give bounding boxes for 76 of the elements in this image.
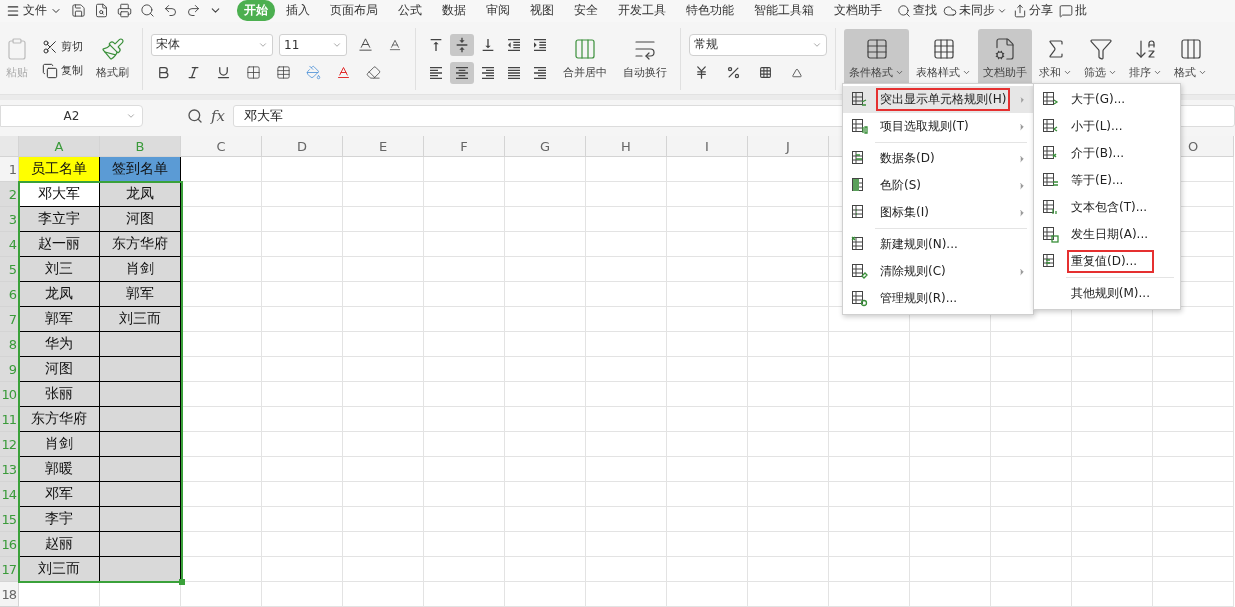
column-header[interactable]: C — [181, 136, 262, 157]
cut-button[interactable]: 剪切 — [40, 37, 85, 56]
menu-item[interactable]: 清除规则(C) — [843, 258, 1033, 285]
table-cell: 东方华府 — [100, 232, 181, 257]
table-cell: 赵丽 — [19, 532, 100, 557]
row-header[interactable]: 1 — [0, 157, 19, 182]
menu-item[interactable]: 其他规则(M)... — [1034, 280, 1180, 307]
table-cell: 邓军 — [19, 482, 100, 507]
column-header[interactable]: D — [262, 136, 343, 157]
table-cell: 李宇 — [19, 507, 100, 532]
table-cell: 河图 — [19, 357, 100, 382]
table-cell: 郭暖 — [19, 457, 100, 482]
ribbon-tool-button[interactable]: 筛选 — [1079, 28, 1122, 89]
menu-item[interactable]: 数据条(D) — [843, 145, 1033, 172]
table-cell: 刘三 — [19, 257, 100, 282]
ribbon-tab[interactable]: 公式 — [391, 0, 429, 22]
ribbon-tab[interactable]: 视图 — [523, 0, 561, 22]
ribbon-tool-button[interactable]: 求和 — [1034, 28, 1077, 89]
number-format-field[interactable]: 常规 — [689, 33, 827, 56]
ribbon-tab[interactable]: 安全 — [567, 0, 605, 22]
menu-item[interactable]: 发生日期(A)... — [1034, 221, 1180, 248]
top-action[interactable]: 批 — [1057, 2, 1089, 20]
table-cell: 肖剑 — [19, 432, 100, 457]
menu-item[interactable]: 等于(E)... — [1034, 167, 1180, 194]
ribbon-tab[interactable]: 数据 — [435, 0, 473, 22]
ribbon-tab[interactable]: 智能工具箱 — [747, 0, 821, 22]
ribbon-tab[interactable]: 文档助手 — [827, 0, 889, 22]
top-action[interactable]: 未同步 — [941, 2, 1009, 20]
ribbon-tab[interactable]: 插入 — [279, 0, 317, 22]
table-cell: 张丽 — [19, 382, 100, 407]
ribbon-tab[interactable]: 页面布局 — [323, 0, 385, 22]
table-cell: 赵一丽 — [19, 232, 100, 257]
table-cell: 华为 — [19, 332, 100, 357]
ribbon-tab[interactable]: 开发工具 — [611, 0, 673, 22]
menu-item[interactable]: 突出显示单元格规则(H) — [843, 86, 1033, 113]
font-name-field[interactable]: 宋体 — [151, 33, 273, 56]
menu-item[interactable]: 新建规则(N)... — [843, 231, 1033, 258]
menu-item[interactable]: 图标集(I) — [843, 199, 1033, 226]
fx-label[interactable]: fx — [211, 106, 225, 125]
row-header[interactable]: 18 — [0, 582, 19, 607]
table-cell: 东方华府 — [19, 407, 100, 432]
menu-item[interactable]: 文本包含(T)... — [1034, 194, 1180, 221]
menu-item[interactable]: 管理规则(R)... — [843, 285, 1033, 312]
table-cell: 签到名单 — [100, 157, 181, 182]
table-cell: 龙凤 — [100, 182, 181, 207]
format-painter-button[interactable]: 格式刷 — [91, 28, 134, 89]
menu-item[interactable]: 色阶(S) — [843, 172, 1033, 199]
column-header[interactable]: H — [586, 136, 667, 157]
wrap-text-button[interactable]: 自动换行 — [618, 28, 672, 89]
ribbon-tool-button[interactable]: 格式 — [1169, 28, 1212, 89]
top-action[interactable]: 分享 — [1011, 2, 1055, 20]
column-header[interactable]: J — [748, 136, 829, 157]
table-cell: 龙凤 — [19, 282, 100, 307]
ribbon-tab[interactable]: 审阅 — [479, 0, 517, 22]
font-size-field[interactable]: 11 — [279, 33, 347, 56]
ribbon-tool-button[interactable]: 表格样式 — [911, 28, 976, 89]
table-cell: 肖剑 — [100, 257, 181, 282]
table-cell: 刘三而 — [100, 307, 181, 332]
column-header[interactable]: G — [505, 136, 586, 157]
file-menu[interactable]: 文件 — [2, 2, 66, 20]
column-header[interactable]: E — [343, 136, 424, 157]
table-cell: 刘三而 — [19, 557, 100, 582]
table-cell: 员工名单 — [19, 157, 100, 182]
name-box[interactable]: A2 — [0, 104, 143, 127]
top-action[interactable]: 查找 — [895, 2, 939, 20]
copy-button[interactable]: 复制 — [40, 61, 85, 80]
column-header[interactable]: F — [424, 136, 505, 157]
merge-center-button[interactable]: 合并居中 — [558, 28, 612, 89]
table-cell: 河图 — [100, 207, 181, 232]
column-header[interactable]: I — [667, 136, 748, 157]
table-cell: 郭军 — [19, 307, 100, 332]
table-cell: 郭军 — [100, 282, 181, 307]
ribbon-tab[interactable]: 特色功能 — [679, 0, 741, 22]
table-cell: 李立宇 — [19, 207, 100, 232]
ribbon-tool-button[interactable]: 排序 — [1124, 28, 1167, 89]
table-cell: 邓大军 — [19, 182, 100, 207]
